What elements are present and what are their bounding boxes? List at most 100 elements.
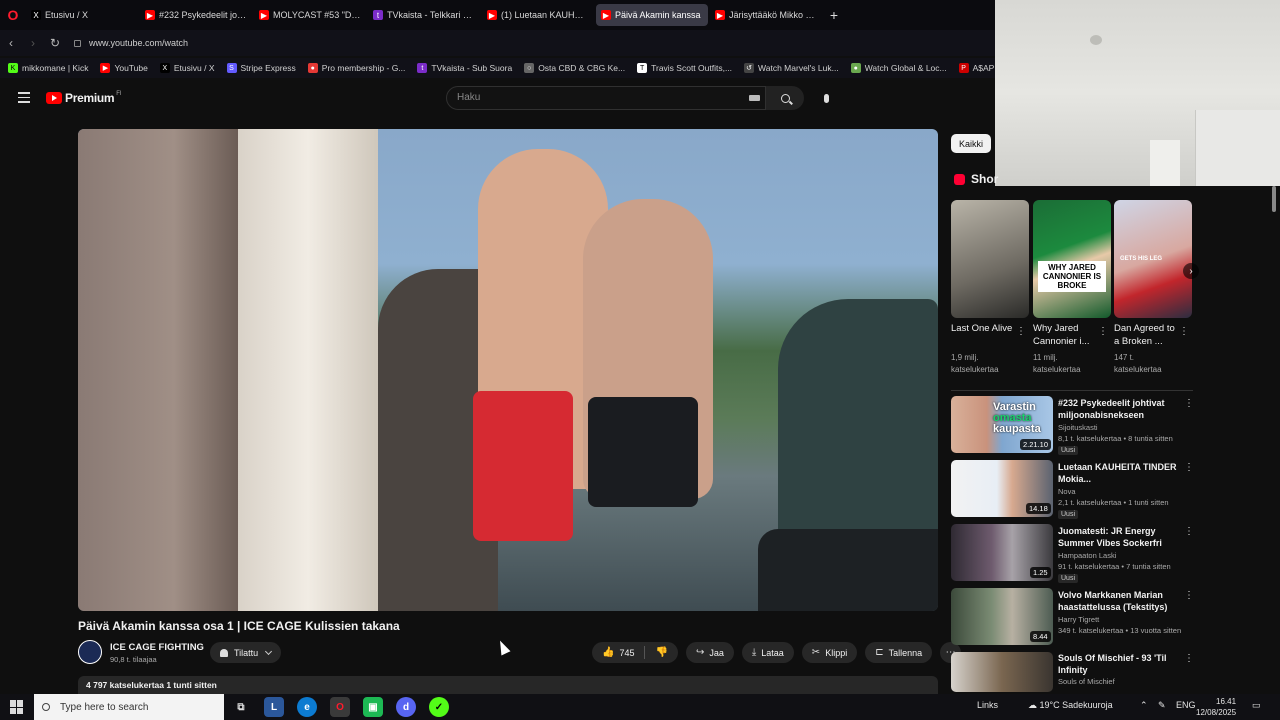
voice-search-button[interactable] xyxy=(816,88,836,108)
scissors-icon: ✂ xyxy=(811,647,821,658)
video-player[interactable] xyxy=(78,129,938,611)
tab-1[interactable]: ▶#232 Psykedeelit johtivat xyxy=(140,4,252,26)
bookmark-1[interactable]: ▶ YouTube xyxy=(100,63,148,73)
like-button[interactable]: 👍 745 👎 xyxy=(592,642,678,663)
more-options-icon[interactable]: ⋮ xyxy=(1184,653,1194,664)
x-icon: X xyxy=(159,63,170,73)
section-divider xyxy=(951,390,1193,391)
recommended-title[interactable]: Souls Of Mischief - 93 'Til Infinity xyxy=(1058,652,1178,676)
more-options-icon[interactable]: ⋮ xyxy=(1184,398,1194,409)
recommended-meta: 8,1 t. katselukertaa • 8 tuntia sitten xyxy=(1058,434,1173,443)
chevron-right-icon[interactable]: › xyxy=(1183,263,1199,279)
short-thumbnail-text: GETS HIS LEG xyxy=(1120,256,1163,262)
forward-icon[interactable]: › xyxy=(22,36,44,50)
recommended-title[interactable]: Luetaan KAUHEITA TINDER Mokia... xyxy=(1058,461,1178,485)
taskbar-clock[interactable]: 16.41 12/08/2025 xyxy=(1196,696,1236,718)
links-toolbar[interactable]: Links xyxy=(977,700,998,710)
youtube-premium-logo[interactable]: Premium FI xyxy=(46,91,122,105)
more-options-icon[interactable]: ⋮ xyxy=(1184,590,1194,601)
thumbs-up-icon: 👍 xyxy=(602,647,615,658)
bookmark-10[interactable]: PA$AP ROCKY x PU... xyxy=(958,63,995,73)
app-icon[interactable]: ▣ xyxy=(363,697,383,717)
thumbs-down-icon[interactable]: 👎 xyxy=(655,647,667,658)
loop-app-icon[interactable]: L xyxy=(264,697,284,717)
more-options-icon[interactable]: ⋮ xyxy=(1179,326,1189,337)
short-title[interactable]: Dan Agreed to a Broken ... xyxy=(1114,322,1180,350)
notification-icon[interactable]: ▭ xyxy=(1252,700,1261,711)
windows-start-icon[interactable] xyxy=(10,700,24,714)
taskbar-search-input[interactable]: Type here to search xyxy=(34,694,224,720)
tab-3[interactable]: tTVkaista - Telkkari netissä xyxy=(368,4,480,26)
search-input[interactable]: Haku xyxy=(446,86,766,110)
bookmark-0[interactable]: Kmikkomane | Kick xyxy=(8,63,88,73)
bookmark-3[interactable]: S Stripe Express xyxy=(226,63,296,73)
new-tab-button[interactable]: + xyxy=(824,5,844,25)
youtube-icon: ▶ xyxy=(100,63,111,73)
tab-5-active[interactable]: ▶ Päivä Akamin kanssa xyxy=(596,4,708,26)
mouse-cursor xyxy=(495,638,511,656)
recommended-channel[interactable]: Souls of Mischief xyxy=(1058,677,1115,686)
more-options-icon[interactable]: ⋮ xyxy=(1016,326,1026,337)
chevron-up-icon[interactable]: ⌃ xyxy=(1140,700,1148,711)
pen-icon[interactable]: ✎ xyxy=(1158,700,1166,711)
discord-icon[interactable]: d xyxy=(396,697,416,717)
search-button[interactable] xyxy=(766,86,804,110)
bookmark-2[interactable]: X Etusivu / X xyxy=(159,63,215,73)
opera-logo-icon[interactable]: O xyxy=(0,0,26,30)
tvkaista-icon: t xyxy=(373,10,383,20)
back-icon[interactable]: ‹ xyxy=(0,36,22,50)
tab-0[interactable]: X Etusivu / X xyxy=(26,4,138,26)
scrollbar-thumb[interactable] xyxy=(1272,186,1276,212)
edge-icon[interactable]: e xyxy=(297,697,317,717)
more-options-icon[interactable]: ⋮ xyxy=(1184,462,1194,473)
tab-4[interactable]: ▶(1) Luetaan KAUHEITA TIN xyxy=(482,4,594,26)
bookmark-4[interactable]: ● Pro membership - G... xyxy=(307,63,405,73)
bookmark-5[interactable]: t TVkaista - Sub Suora xyxy=(417,63,512,73)
short-thumbnail-0[interactable] xyxy=(951,200,1029,318)
share-button[interactable]: ↪ Jaa xyxy=(685,642,734,663)
app-icon[interactable]: ✓ xyxy=(429,697,449,717)
weather-widget[interactable]: ☁ 19°C Sadekuuroja xyxy=(1028,700,1113,711)
bookmark-8[interactable]: ↺ Watch Marvel's Luk... xyxy=(744,63,839,73)
menu-icon[interactable] xyxy=(18,92,30,106)
short-title[interactable]: Why Jared Cannonier i... xyxy=(1033,322,1099,350)
more-options-icon[interactable]: ⋮ xyxy=(1184,526,1194,537)
opera-taskbar-icon[interactable]: O xyxy=(330,697,350,717)
shorts-heading: Shor xyxy=(971,172,999,186)
short-thumbnail-1[interactable] xyxy=(1033,200,1111,318)
webcam-lamp xyxy=(1090,35,1102,45)
reload-icon[interactable]: ↻ xyxy=(44,36,66,50)
bookmark-7[interactable]: T Travis Scott Outfits,... xyxy=(637,63,732,73)
subscriber-count: 90,8 t. tilaajaa xyxy=(110,655,157,664)
bookmark-9[interactable]: ● Watch Global & Loc... xyxy=(850,63,947,73)
recommended-channel[interactable]: Nova xyxy=(1058,487,1076,496)
save-button[interactable]: ⊏ Tallenna xyxy=(865,642,933,663)
recommended-title[interactable]: Volvo Markkanen Marian haastattelussa (T… xyxy=(1058,589,1178,613)
short-title[interactable]: Last One Alive xyxy=(951,322,1017,350)
recommended-channel[interactable]: Harry Tigrett xyxy=(1058,615,1099,624)
recommended-thumbnail-4[interactable] xyxy=(951,652,1053,692)
description-box[interactable]: 4 797 katselukertaa 1 tunti sitten xyxy=(78,676,938,694)
bookmark-6[interactable]: ○ Osta CBD & CBG Ke... xyxy=(524,63,625,73)
refresh-site-icon: ↺ xyxy=(744,63,755,73)
download-button[interactable]: ⤓ Lataa xyxy=(741,642,794,663)
more-options-icon[interactable]: ⋮ xyxy=(1098,326,1108,337)
tab-6[interactable]: ▶Järisyttääkö Mikko Manne xyxy=(710,4,822,26)
clip-button[interactable]: ✂ Klippi xyxy=(801,642,858,663)
language-indicator[interactable]: ENG xyxy=(1176,700,1196,710)
video-frame-wall xyxy=(78,129,238,611)
task-view-icon[interactable]: ⧉ xyxy=(231,697,251,717)
filter-chip-all[interactable]: Kaikki xyxy=(951,134,992,153)
keyboard-icon[interactable] xyxy=(749,95,760,101)
subscribed-button[interactable]: Tilattu xyxy=(210,642,282,663)
shorts-icon xyxy=(954,174,965,185)
recommended-channel[interactable]: Hampaaton Laski xyxy=(1058,551,1116,560)
tab-2[interactable]: ▶MOLYCAST #53 "Didier ei xyxy=(254,4,366,26)
bookmarks-bar: Kmikkomane | Kick ▶ YouTube X Etusivu / X … xyxy=(0,58,995,78)
channel-avatar[interactable] xyxy=(78,640,102,664)
recommended-channel[interactable]: Sijoituskasti xyxy=(1058,423,1098,432)
channel-name[interactable]: ICE CAGE FIGHTING xyxy=(110,642,204,653)
recommended-title[interactable]: #232 Psykedeelit johtivat miljoonabisnek… xyxy=(1058,397,1178,421)
recommended-title[interactable]: Juomatesti: JR Energy Summer Vibes Socke… xyxy=(1058,525,1178,549)
url-field[interactable]: www.youtube.com/watch xyxy=(74,38,188,48)
